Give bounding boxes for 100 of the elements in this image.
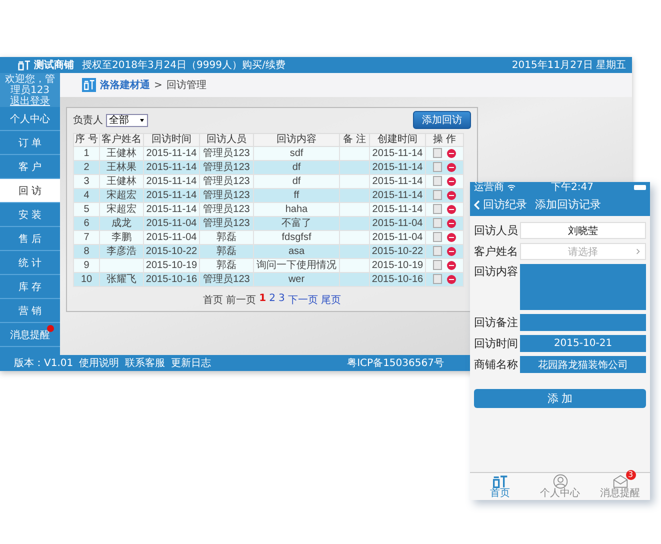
table-cell: fdsgfsf <box>254 230 340 244</box>
table-cell <box>340 230 370 244</box>
select-field[interactable]: 请选择 <box>520 243 646 260</box>
table-cell <box>100 258 144 272</box>
input-field[interactable] <box>520 314 646 331</box>
table-cell: asa <box>254 244 340 258</box>
table-cell: 不富了 <box>254 216 340 230</box>
field-label: 商铺名称 <box>474 357 516 372</box>
carrier-text: 运营商 <box>474 182 504 193</box>
table-cell: ff <box>254 188 340 202</box>
edit-icon[interactable] <box>433 148 442 158</box>
column-header: 回访内容 <box>254 134 340 146</box>
table-cell: 2015-11-04 <box>370 230 426 244</box>
edit-icon[interactable] <box>433 204 442 214</box>
table-cell: 管理员123 <box>200 202 254 216</box>
table-cell <box>340 188 370 202</box>
tab-item[interactable]: 首页 <box>470 473 530 500</box>
table-cell: 郭磊 <box>200 230 254 244</box>
table-cell <box>340 146 370 160</box>
last-page-link[interactable]: 尾页 <box>320 293 341 307</box>
breadcrumb-link[interactable]: 洛洛建材通 <box>100 78 150 92</box>
table-cell: 2015-11-14 <box>370 146 426 160</box>
table-cell: haha <box>254 202 340 216</box>
table-cell: 李鹏 <box>100 230 144 244</box>
next-page-link[interactable]: 下一页 <box>288 293 318 307</box>
table-cell: 管理员123 <box>200 216 254 230</box>
logo-icon <box>18 60 30 70</box>
table-cell: 管理员123 <box>200 146 254 160</box>
table-cell: 1 <box>74 146 100 160</box>
table-cell <box>340 244 370 258</box>
breadcrumb-separator: > <box>154 80 162 90</box>
add-button[interactable]: 添加回访 <box>413 111 471 129</box>
table-cell: 王健林 <box>100 146 144 160</box>
edit-icon[interactable] <box>433 176 442 186</box>
back-button[interactable]: 回访纪录 <box>474 197 527 212</box>
table-cell: 宋超宏 <box>100 202 144 216</box>
input-field[interactable]: 2015-10-21 <box>520 335 646 352</box>
status-time: 下午2:47 <box>551 182 594 193</box>
footer-link[interactable]: 使用说明 <box>79 356 120 370</box>
table-cell: 郭磊 <box>200 244 254 258</box>
table-cell: 管理员123 <box>200 174 254 188</box>
add-button[interactable]: 添 加 <box>474 389 646 408</box>
table-cell: 王林果 <box>100 160 144 174</box>
table-cell: 询问一下使用情况 <box>254 258 340 272</box>
tab-item[interactable]: 3 消息提醒 <box>590 473 650 500</box>
table-cell: 7 <box>74 230 100 244</box>
breadcrumb-current: 回访管理 <box>166 78 206 92</box>
person-icon <box>552 474 568 489</box>
table-cell: 2015-11-14 <box>370 202 426 216</box>
footer-link[interactable]: 更新日志 <box>171 356 212 370</box>
date-text: 2015年11月27日 星期五 <box>512 58 626 72</box>
table-cell: 2015-10-19 <box>144 258 200 272</box>
table-cell: 管理员123 <box>200 160 254 174</box>
back-chevron-icon <box>474 200 480 210</box>
prev-page-link[interactable]: 前一页 <box>226 293 256 307</box>
page-link[interactable]: 1 <box>259 293 266 307</box>
input-field[interactable]: 刘晓莹 <box>520 222 646 239</box>
table-cell: 2015-11-14 <box>370 188 426 202</box>
logo-icon <box>492 474 508 489</box>
input-field[interactable]: 花园路龙猫装饰公司 <box>520 356 646 373</box>
column-header: 操 作 <box>426 134 464 146</box>
battery-icon <box>634 185 646 190</box>
field-label: 客户姓名 <box>474 244 516 259</box>
column-header: 备 注 <box>340 134 370 146</box>
table-cell: 管理员123 <box>200 272 254 286</box>
icp-text: 粤ICP备15036567号 <box>347 357 444 370</box>
filter-select[interactable]: 全部 <box>106 114 148 126</box>
table-cell: 管理员123 <box>200 188 254 202</box>
table-cell <box>340 272 370 286</box>
first-page-link[interactable]: 首页 <box>203 293 224 307</box>
logout-link[interactable]: 退出登录 <box>10 96 50 106</box>
table-cell: 2015-10-22 <box>370 244 426 258</box>
table-cell: 2015-11-14 <box>370 174 426 188</box>
table-cell: 王健林 <box>100 174 144 188</box>
app-name: 测试商铺 <box>34 58 74 72</box>
column-header: 序 号 <box>74 134 100 146</box>
page-link[interactable]: 3 <box>278 293 285 307</box>
caret-icon <box>140 118 144 124</box>
tab-item[interactable]: 个人中心 <box>530 473 590 500</box>
table-cell: 2015-10-16 <box>144 272 200 286</box>
table-cell: 2015-11-14 <box>144 202 200 216</box>
table-cell: 2015-11-04 <box>370 216 426 230</box>
filter-label: 负责人 <box>73 114 103 127</box>
edit-icon[interactable] <box>433 232 442 242</box>
table-cell: 2015-11-14 <box>144 146 200 160</box>
footer-link[interactable]: 联系客服 <box>125 356 166 370</box>
table-cell: wer <box>254 272 340 286</box>
envelope-icon <box>612 474 628 489</box>
table-cell: 9 <box>74 258 100 272</box>
field-label: 回访人员 <box>474 223 516 238</box>
version-text: 版本：V1.01 <box>14 356 74 370</box>
table-cell: 宋超宏 <box>100 188 144 202</box>
sidebar-item[interactable]: 回 访 <box>0 179 60 203</box>
table-cell <box>340 174 370 188</box>
table-cell: 郭磊 <box>200 258 254 272</box>
field-label: 回访内容 <box>474 264 516 279</box>
page-link[interactable]: 2 <box>269 293 276 307</box>
edit-icon[interactable] <box>433 260 442 270</box>
table-cell <box>340 202 370 216</box>
table-cell: sdf <box>254 146 340 160</box>
